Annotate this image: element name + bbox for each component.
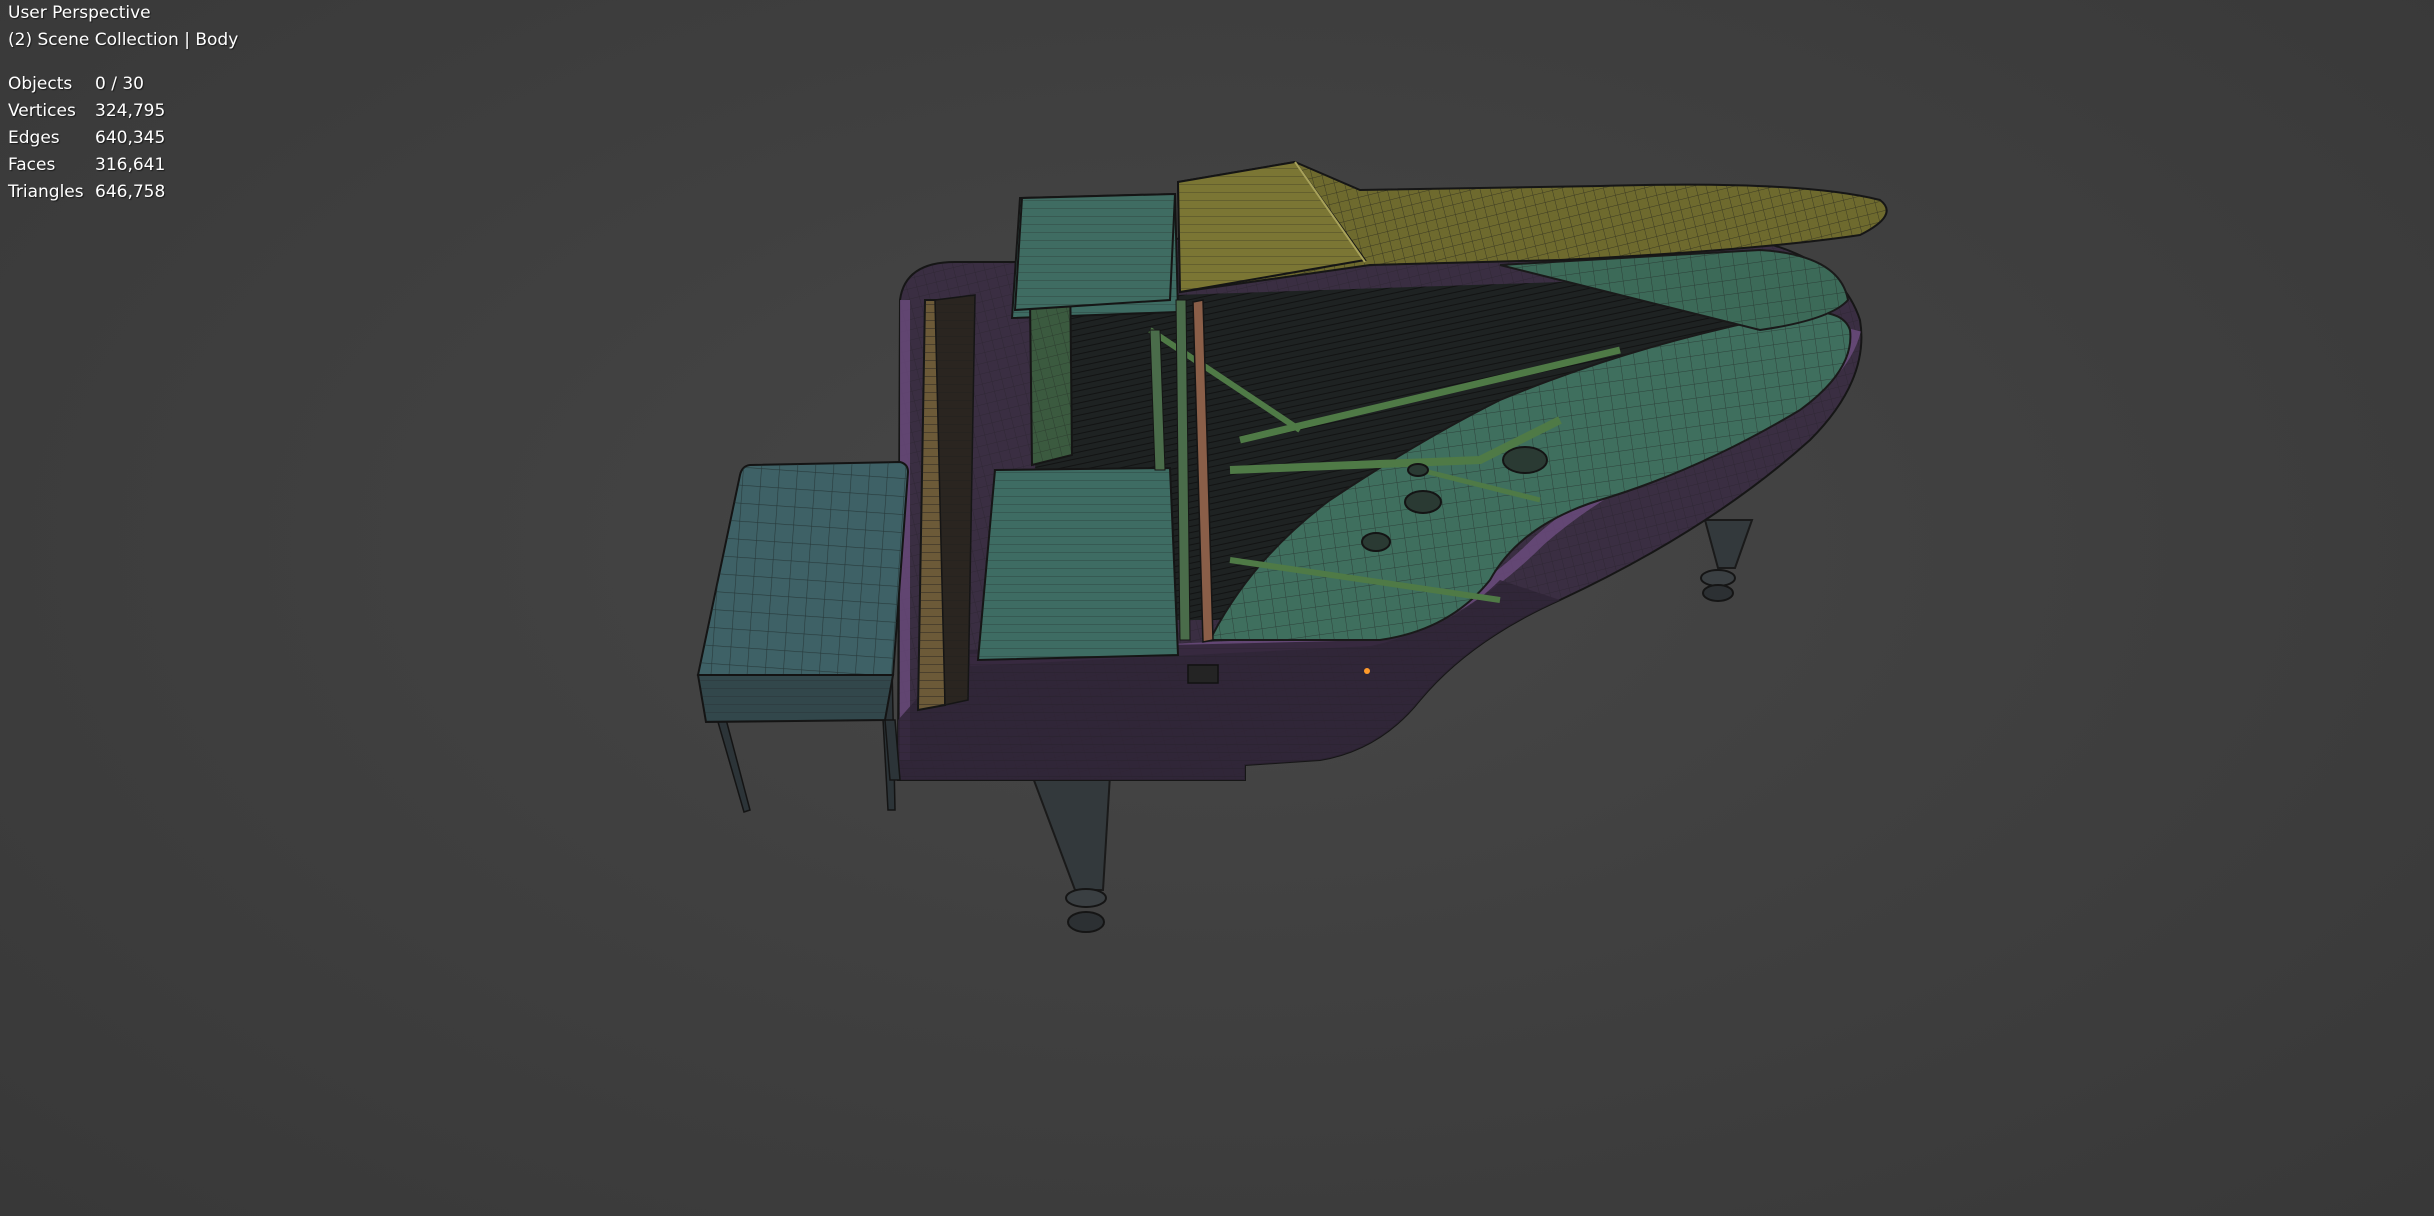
piano-front-leg (1030, 774, 1112, 933)
3d-viewport[interactable]: User Perspective (2) Scene Collection | … (0, 0, 2434, 1216)
piano-scene[interactable] (0, 0, 2434, 1216)
piano-keyboard (916, 294, 976, 712)
piano-bench (696, 460, 910, 813)
piano-back-leg (1700, 519, 1754, 602)
